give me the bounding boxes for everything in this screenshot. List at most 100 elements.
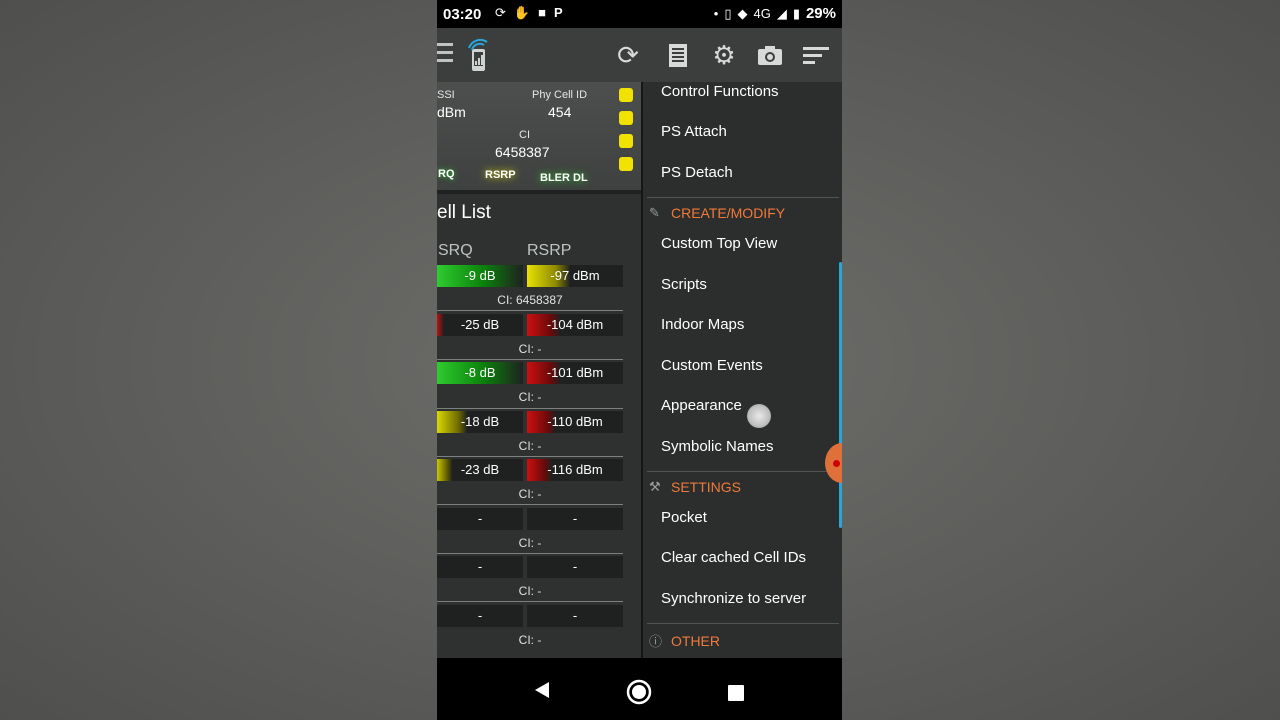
cell-ci: CI: - bbox=[518, 487, 542, 501]
drawer-item-appearance[interactable]: Appearance bbox=[661, 397, 742, 414]
system-icons: • ▯ ◆ 4G ◢ ▮ 29% bbox=[714, 5, 836, 22]
drawer-item-symbolic-names[interactable]: Symbolic Names bbox=[661, 438, 774, 455]
rsrq-cell: - bbox=[437, 508, 523, 530]
cell-ci: CI: - bbox=[518, 390, 542, 404]
cell-ci: CI: 6458387 bbox=[497, 293, 563, 307]
pencil-icon: ✎ bbox=[649, 205, 660, 220]
drawer-item-synchronize[interactable]: Synchronize to server bbox=[661, 590, 806, 607]
status-bar: 03:20 ⟳ ✋ ■ P • ▯ ◆ 4G ◢ ▮ 29% bbox=[437, 0, 842, 28]
gauge-tab-rsrq[interactable]: RQ bbox=[438, 168, 455, 180]
parking-notification-icon: P bbox=[553, 5, 563, 20]
section-label-settings: SETTINGS bbox=[671, 479, 742, 495]
sort-icon[interactable] bbox=[801, 40, 831, 70]
video-notification-icon: ■ bbox=[538, 5, 546, 20]
rsrp-cell: -97 dBm bbox=[527, 265, 623, 287]
wrench-icon: ⚒ bbox=[649, 479, 661, 494]
col-header-rsrp: RSRP bbox=[527, 242, 572, 259]
gauge-side-icons bbox=[619, 88, 639, 180]
drawer-divider bbox=[647, 471, 839, 472]
lock-icon[interactable] bbox=[619, 157, 633, 171]
signal-gauge-panel: SSI dBm Phy Cell ID 454 CI 6458387 RQ RS… bbox=[437, 82, 641, 194]
section-label-create: CREATE/MODIFY bbox=[671, 205, 786, 221]
cell-ci: CI: - bbox=[518, 439, 542, 453]
drawer-item-custom-top-view[interactable]: Custom Top View bbox=[661, 235, 777, 252]
drawer-item-indoor-maps[interactable]: Indoor Maps bbox=[661, 316, 744, 333]
drawer-item-pocket[interactable]: Pocket bbox=[661, 509, 707, 526]
drawer-item-scripts[interactable]: Scripts bbox=[661, 276, 707, 293]
drawer-divider bbox=[647, 623, 839, 624]
vibrate-icon: ▯ bbox=[724, 5, 732, 21]
wifi-icon: ◆ bbox=[737, 5, 748, 21]
drawer-item-custom-events[interactable]: Custom Events bbox=[661, 357, 763, 374]
drawer-section-settings: ⚒ SETTINGS bbox=[649, 479, 741, 495]
camera-icon[interactable] bbox=[755, 40, 785, 70]
cell-list-title: ell List bbox=[437, 202, 491, 223]
drawer-item-ps-detach[interactable]: PS Detach bbox=[661, 164, 733, 181]
rssi-value: dBm bbox=[437, 104, 466, 120]
signal-phone-icon[interactable] bbox=[463, 38, 493, 72]
system-nav-bar bbox=[437, 658, 842, 720]
rsrq-cell: -18 dB bbox=[437, 411, 523, 433]
touch-indicator bbox=[747, 404, 771, 428]
col-header-rsrq: SRQ bbox=[438, 242, 473, 259]
rsrp-cell: - bbox=[527, 508, 623, 530]
row-divider bbox=[437, 456, 623, 457]
dot-icon: • bbox=[713, 6, 719, 21]
refresh-icon[interactable]: ⟳ bbox=[613, 40, 643, 70]
row-divider bbox=[437, 601, 623, 602]
drawer-scrollbar[interactable] bbox=[839, 262, 842, 528]
main-content: SSI dBm Phy Cell ID 454 CI 6458387 RQ RS… bbox=[437, 82, 641, 658]
drawer-divider bbox=[647, 197, 839, 198]
rsrq-cell: - bbox=[437, 556, 523, 578]
rsrp-cell: - bbox=[527, 605, 623, 627]
row-divider bbox=[437, 553, 623, 554]
network-type: 4G bbox=[753, 6, 771, 21]
ci-value: 6458387 bbox=[495, 144, 550, 160]
cell-ci: CI: - bbox=[518, 584, 542, 598]
rsrq-cell: -8 dB bbox=[437, 362, 523, 384]
app-toolbar: ⟳ ⚙ bbox=[437, 28, 842, 82]
rsrq-cell: -9 dB bbox=[437, 265, 523, 287]
cell-ci: CI: - bbox=[518, 536, 542, 550]
drawer-item-ps-attach[interactable]: PS Attach bbox=[661, 123, 727, 140]
note-icon[interactable] bbox=[619, 134, 633, 148]
satellite-icon[interactable] bbox=[619, 88, 633, 102]
drawer-item-control-functions[interactable]: Control Functions bbox=[661, 83, 779, 100]
sync-notification-icon: ⟳ bbox=[495, 5, 506, 20]
cell-ci: CI: - bbox=[518, 633, 542, 647]
row-divider bbox=[437, 310, 623, 311]
status-time: 03:20 bbox=[443, 6, 482, 23]
battery-icon: ▮ bbox=[792, 5, 800, 21]
row-divider bbox=[437, 408, 623, 409]
pci-value: 454 bbox=[548, 104, 572, 120]
drawer-section-other: ⓘ OTHER bbox=[649, 631, 720, 650]
navigation-drawer: Control Functions PS Attach PS Detach ✎ … bbox=[641, 82, 842, 658]
cell-signal-icon: ◢ bbox=[776, 5, 787, 21]
log-icon[interactable] bbox=[663, 40, 693, 70]
drawer-item-clear-cached-cell-ids[interactable]: Clear cached Cell IDs bbox=[661, 549, 806, 566]
rsrp-cell: -101 dBm bbox=[527, 362, 623, 384]
home-icon[interactable] bbox=[626, 679, 652, 705]
record-dot-icon bbox=[833, 460, 840, 467]
app-notification-icon: ✋ bbox=[513, 5, 531, 20]
info-icon: ⓘ bbox=[649, 634, 663, 649]
rsrp-cell: -110 dBm bbox=[527, 411, 623, 433]
pci-label: Phy Cell ID bbox=[532, 89, 588, 101]
rsrp-cell: - bbox=[527, 556, 623, 578]
row-divider bbox=[437, 504, 623, 505]
rsrp-cell: -104 dBm bbox=[527, 314, 623, 336]
gauge-tab-rsrp[interactable]: RSRP bbox=[485, 169, 516, 181]
section-label-other: OTHER bbox=[671, 632, 720, 649]
rsrq-cell: -23 dB bbox=[437, 459, 523, 481]
floating-action-button[interactable] bbox=[825, 443, 842, 483]
notification-icons: ⟳ ✋ ■ P bbox=[495, 5, 563, 21]
back-icon[interactable] bbox=[533, 680, 551, 700]
settings-icon[interactable]: ⚙ bbox=[709, 40, 739, 70]
rsrp-cell: -116 dBm bbox=[527, 459, 623, 481]
gauge-tab-bler[interactable]: BLER DL bbox=[540, 172, 588, 184]
rsrq-cell: - bbox=[437, 605, 523, 627]
cycle-icon[interactable] bbox=[619, 111, 633, 125]
recents-icon[interactable] bbox=[727, 685, 745, 701]
phone-screen: 03:20 ⟳ ✋ ■ P • ▯ ◆ 4G ◢ ▮ 29% ⟳ ⚙ SSI d… bbox=[437, 0, 842, 720]
menu-icon[interactable] bbox=[437, 43, 455, 67]
